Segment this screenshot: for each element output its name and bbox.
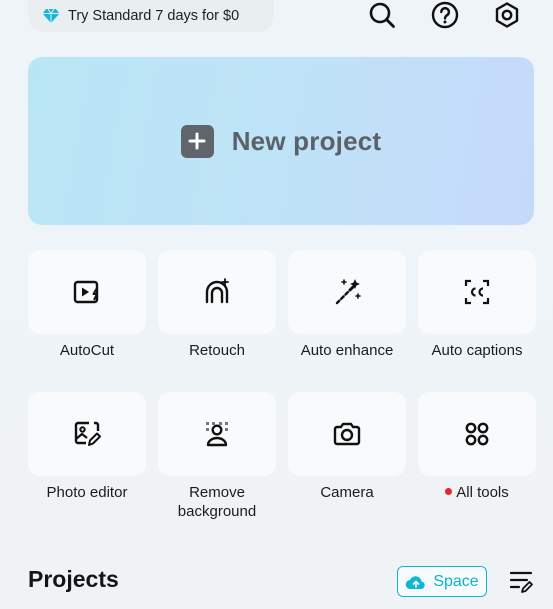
tool-label-all-tools-wrap: All tools — [412, 483, 542, 502]
search-icon — [369, 2, 395, 28]
photo-edit-icon — [74, 421, 101, 446]
tool-camera[interactable] — [288, 392, 406, 476]
edit-list-button[interactable] — [506, 566, 536, 596]
space-label: Space — [433, 572, 479, 590]
tool-all-tools[interactable] — [418, 392, 536, 476]
tool-retouch[interactable] — [158, 250, 276, 334]
new-project-button[interactable]: New project — [28, 57, 534, 225]
list-edit-icon — [509, 571, 533, 593]
diamond-icon — [42, 8, 60, 23]
cloud-upload-icon — [406, 575, 425, 589]
space-button[interactable]: Space — [397, 566, 487, 597]
tool-label-auto-captions: Auto captions — [431, 342, 523, 359]
captions-icon — [464, 279, 490, 305]
trial-banner[interactable]: Try Standard 7 days for $0 — [28, 0, 274, 32]
settings-button[interactable] — [492, 0, 522, 30]
new-badge-dot — [445, 488, 453, 495]
remove-bg-icon — [206, 422, 228, 447]
trial-text: Try Standard 7 days for $0 — [68, 8, 240, 24]
tool-auto-captions[interactable] — [418, 250, 536, 334]
tool-photo-editor[interactable] — [28, 392, 146, 476]
settings-icon — [495, 2, 519, 28]
tool-label-camera: Camera — [320, 484, 374, 501]
autocut-icon — [73, 280, 99, 304]
new-project-label: New project — [231, 125, 382, 156]
search-button[interactable] — [367, 0, 397, 30]
tool-label-all-tools: All tools — [456, 484, 509, 501]
retouch-icon — [205, 278, 229, 304]
help-icon — [431, 1, 459, 29]
projects-title: Projects — [28, 566, 119, 592]
tool-label-photo-editor: Photo editor — [46, 484, 128, 501]
magic-wand-icon — [335, 279, 361, 305]
tool-label-autocut: AutoCut — [59, 342, 115, 359]
tool-remove-background[interactable] — [158, 392, 276, 476]
tool-autocut[interactable] — [28, 250, 146, 334]
app-screen: Try Standard 7 days for $0 New project A… — [0, 0, 553, 609]
grid-icon — [465, 422, 489, 446]
camera-icon — [333, 422, 361, 446]
tool-auto-enhance[interactable] — [288, 250, 406, 334]
tool-label-remove-background: Remove background — [177, 484, 257, 520]
tool-label-retouch: Retouch — [189, 342, 245, 359]
plus-icon — [180, 124, 214, 158]
tool-label-auto-enhance: Auto enhance — [300, 342, 394, 359]
help-button[interactable] — [430, 0, 460, 30]
